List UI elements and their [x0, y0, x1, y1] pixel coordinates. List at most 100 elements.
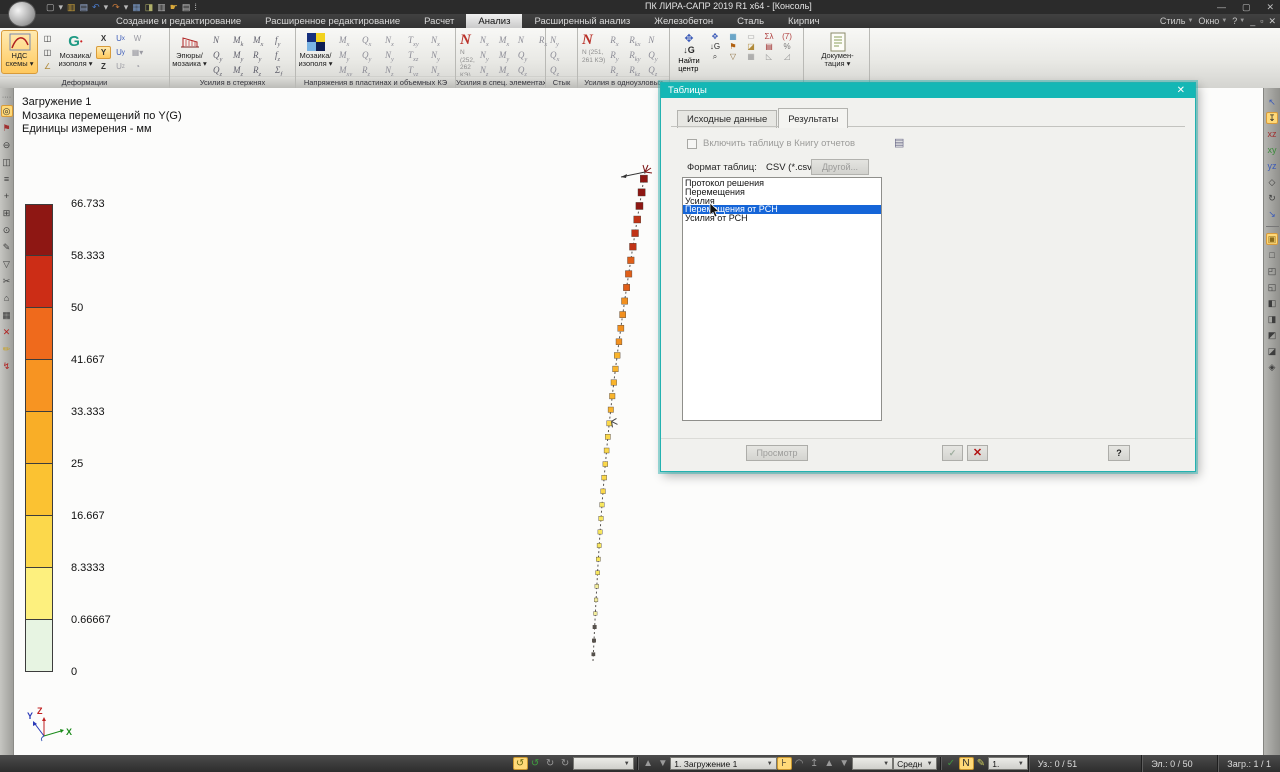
style-menu[interactable]: Стиль▼ — [1160, 16, 1194, 26]
symbol-Ny[interactable]: Ny — [550, 35, 564, 48]
view-iso-icon[interactable]: ↖ — [1266, 96, 1278, 108]
next-loadcase-button[interactable]: ▼ — [655, 757, 670, 770]
dialog-title-bar[interactable]: Таблицы ✕ — [661, 83, 1195, 98]
symbol-My[interactable]: My — [233, 50, 247, 63]
model-element[interactable] — [636, 202, 643, 209]
proj-cube-4-icon[interactable]: ◱ — [1266, 281, 1278, 293]
model-element[interactable] — [603, 462, 608, 467]
symbol-Qx[interactable]: Qx — [550, 50, 564, 63]
layers-icon[interactable]: ≡ — [1, 173, 13, 185]
model-element[interactable] — [596, 557, 600, 561]
model-element[interactable] — [620, 312, 626, 318]
help-menu[interactable]: ?▼ — [1232, 16, 1245, 26]
fc-mosaic-icon[interactable]: ▦ — [725, 32, 741, 41]
dialog-tab-active[interactable]: Результаты — [778, 108, 848, 128]
epury-mosaic-button[interactable]: Эпюры/мозаика ▾ — [171, 30, 208, 74]
model-element[interactable] — [600, 503, 605, 508]
axes-cross-icon[interactable]: ✥ — [684, 32, 693, 45]
symbol-Qy[interactable]: Qy — [213, 50, 227, 63]
node-mark-icon[interactable]: ⊙ — [1, 224, 13, 236]
model-element[interactable] — [594, 598, 598, 602]
proj-cube-5-icon[interactable]: ◧ — [1266, 297, 1278, 309]
copy-icon[interactable]: ▥ — [157, 0, 166, 14]
proj-cube-1-icon[interactable]: ▣ — [1266, 233, 1278, 245]
model-element[interactable] — [599, 516, 603, 520]
view-xy-icon[interactable]: xy — [1266, 144, 1278, 156]
proj-cube-7-icon[interactable]: ◩ — [1266, 329, 1278, 341]
direction-z-button[interactable]: Z — [96, 60, 111, 73]
fragment-icon[interactable]: ◫ — [1, 156, 13, 168]
symbol-Ny[interactable]: Ny — [431, 50, 448, 63]
symbol-fy[interactable]: fy — [275, 35, 289, 48]
dialog-close-button[interactable]: ✕ — [1174, 85, 1188, 96]
pencil-icon[interactable]: ✎ — [974, 757, 989, 770]
history-back-icon[interactable]: ↺ — [513, 757, 528, 770]
mirror-scheme2-icon[interactable]: ◫ — [40, 46, 55, 59]
model-element[interactable] — [625, 271, 632, 278]
w-displacement-button[interactable]: W — [130, 32, 145, 45]
model-element[interactable] — [640, 175, 647, 182]
scissors-icon[interactable]: ✂ — [1, 275, 13, 287]
package-icon[interactable]: ▦ — [132, 0, 141, 14]
model-element[interactable] — [623, 284, 629, 290]
fc-bucket-icon[interactable]: ◪ — [743, 42, 759, 51]
node-cursor-icon[interactable]: ⊦ — [777, 757, 792, 770]
filter-combo[interactable]: ▼ — [573, 757, 634, 770]
rotation-button[interactable]: ◔ — [130, 60, 145, 73]
lock-icon[interactable]: ⌂ — [1, 292, 13, 304]
symbol-Qy[interactable]: Qy — [648, 50, 661, 63]
fc-axes-icon[interactable]: ✥ — [707, 32, 723, 41]
symbol-Qx[interactable]: Qx — [362, 35, 379, 48]
ribbon-tab-расчет[interactable]: Расчет — [412, 14, 466, 28]
model-element[interactable] — [594, 612, 598, 616]
more-icon[interactable]: ⁞ — [194, 0, 197, 14]
prev-icon[interactable]: ▲ — [822, 757, 837, 770]
history-fwd-icon[interactable]: ↻ — [543, 757, 558, 770]
history-fwd2-icon[interactable]: ↻ — [558, 757, 573, 770]
model-element[interactable] — [604, 448, 609, 453]
proj-cube-8-icon[interactable]: ◪ — [1266, 345, 1278, 357]
view-xz-icon[interactable]: xz — [1266, 128, 1278, 140]
fc-book-icon[interactable]: ▤ — [761, 42, 777, 51]
history-back2-icon[interactable]: ↺ — [528, 757, 543, 770]
model-element[interactable] — [611, 380, 617, 386]
symbol-N[interactable]: N — [213, 35, 227, 48]
symbol-Qy[interactable]: Qy — [362, 50, 379, 63]
ribbon-tab-расширенное-редактирование[interactable]: Расширенное редактирование — [253, 14, 412, 28]
symbol-My[interactable]: My — [339, 50, 356, 63]
include-report-checkbox[interactable] — [687, 139, 697, 149]
displacement-uz-button[interactable]: Uz — [113, 60, 128, 73]
model-element[interactable] — [601, 489, 606, 494]
redo-caret-icon[interactable]: ▾ — [124, 0, 129, 14]
symbol-Mk[interactable]: Mk — [233, 35, 247, 48]
symbol-Ny[interactable]: Ny — [385, 50, 402, 63]
model-element[interactable] — [628, 257, 635, 264]
flag-n-icon[interactable]: N — [959, 757, 974, 770]
draw-icon[interactable]: ✎ — [1, 241, 13, 253]
rotate-icon[interactable]: ↻ — [1266, 192, 1278, 204]
fc-strip-icon[interactable]: ▭ — [743, 32, 759, 41]
symbol-Txz[interactable]: Txz — [408, 50, 425, 63]
symbol-N[interactable]: N — [518, 35, 531, 48]
prev-loadcase-button[interactable]: ▲ — [641, 757, 656, 770]
symbol-Ry[interactable]: Ry — [253, 50, 267, 63]
model-element[interactable] — [610, 393, 616, 399]
new-file-caret-icon[interactable]: ▾ — [59, 0, 64, 14]
mosaic-grid-button[interactable]: ▦▾ — [130, 46, 145, 59]
filter-icon[interactable]: ▽ — [1, 258, 13, 270]
ribbon-tab-железобетон[interactable]: Железобетон — [642, 14, 725, 28]
fc-g-icon[interactable]: ↓G — [707, 42, 723, 51]
window-menu[interactable]: Окно▼ — [1198, 16, 1227, 26]
doc-close-button[interactable]: ✕ — [1268, 16, 1276, 27]
fc-percent-icon[interactable]: % — [779, 42, 795, 51]
symbol-Ny[interactable]: Ny — [480, 50, 493, 63]
view-anchor-icon[interactable]: ↧ — [1266, 112, 1278, 124]
touch-icon[interactable]: ☛ — [170, 0, 178, 14]
symbol-Mx[interactable]: Mx — [339, 35, 356, 48]
model-element[interactable] — [602, 475, 607, 480]
preview-button[interactable]: Просмотр — [746, 445, 808, 461]
model-element[interactable] — [608, 407, 613, 412]
displacement-uy-button[interactable]: Uy — [113, 46, 128, 59]
symbol-Txy[interactable]: Txy — [408, 35, 425, 48]
undo-icon[interactable]: ↶ — [92, 0, 100, 14]
